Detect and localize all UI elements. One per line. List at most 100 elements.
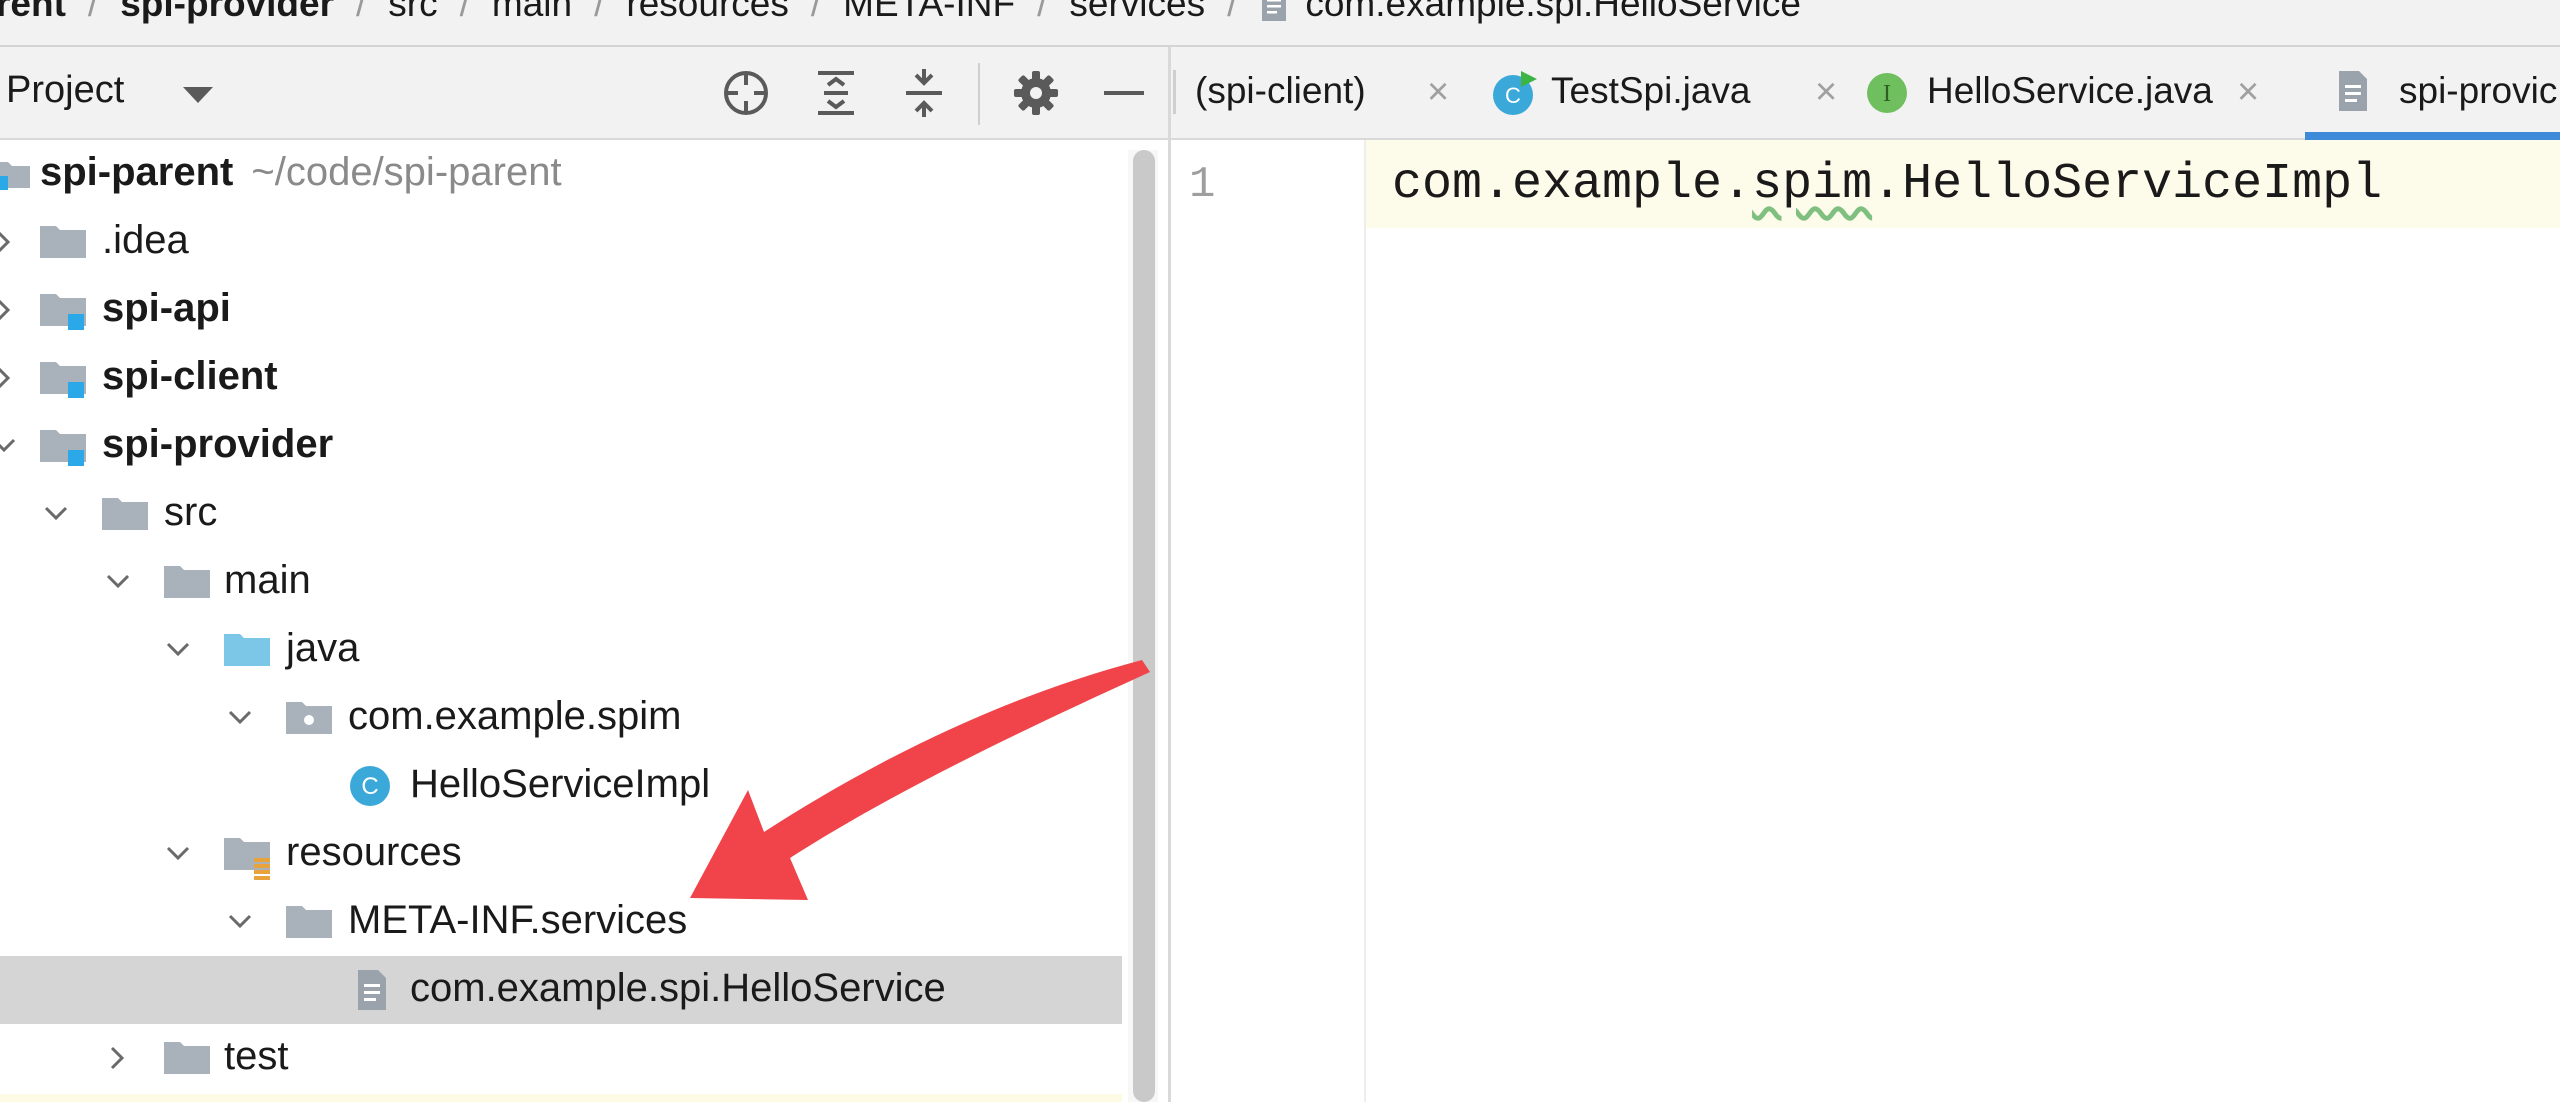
tree-label-idea: .idea — [102, 218, 189, 262]
tree-label-spi-client: spi-client — [102, 354, 278, 398]
text-file-icon — [1262, 0, 1287, 21]
breadcrumb-separator: / — [459, 0, 470, 24]
breadcrumb-file-label: com.example.spi.HelloService — [1305, 0, 1801, 24]
gear-icon[interactable] — [1010, 67, 1062, 119]
module-icon — [0, 162, 30, 190]
tree-row-spi-parent[interactable]: spi-parent ~/code/spi-parent — [0, 140, 1122, 208]
project-panel: Project spi-parent ~/code/spi-parent .id… — [0, 47, 1170, 1102]
project-view-selector[interactable]: Project — [6, 69, 124, 112]
tree-label-spi-provider: spi-provider — [102, 422, 334, 466]
close-icon[interactable]: × — [1427, 71, 1449, 114]
tree-row-spi-api[interactable]: spi-api — [0, 276, 1122, 344]
tree-label-resources: resources — [286, 830, 462, 874]
breadcrumb-item[interactable]: main — [492, 0, 572, 25]
folder-icon — [164, 1042, 210, 1074]
line-number: 1 — [1189, 160, 1216, 210]
chevron-down-icon[interactable] — [42, 500, 70, 528]
breadcrumb-separator: / — [810, 0, 822, 24]
class-icon: C — [350, 766, 390, 806]
chevron-right-icon[interactable] — [104, 1044, 132, 1072]
breadcrumb-separator: / — [87, 0, 99, 24]
chevron-down-icon[interactable] — [226, 704, 254, 732]
tree-row-meta-inf[interactable]: META-INF.services — [0, 888, 1122, 956]
module-icon — [40, 430, 86, 466]
tab-label: TestSpi.java — [1551, 70, 1751, 111]
tab-label: HelloService.java — [1927, 70, 2213, 111]
editor-tab-bar: (spi-client) × C TestSpi.java × I HelloS… — [1171, 47, 2560, 140]
chevron-down-icon[interactable] — [183, 87, 213, 103]
chevron-right-icon[interactable] — [0, 364, 18, 392]
tree-label-service-file: com.example.spi.HelloService — [410, 966, 946, 1010]
close-icon[interactable]: × — [1815, 71, 1837, 114]
breadcrumb-separator: / — [1227, 0, 1238, 24]
collapse-all-icon[interactable] — [898, 67, 950, 119]
tab-label: spi-provic — [2399, 70, 2558, 111]
svg-text:I: I — [1883, 81, 1891, 107]
chevron-down-icon[interactable] — [104, 568, 132, 596]
module-icon — [40, 362, 86, 398]
tree-row-src[interactable]: src — [0, 480, 1122, 548]
code-line[interactable]: com.example.spim.HelloServiceImpl — [1392, 156, 2382, 213]
breadcrumb-item[interactable]: src — [388, 0, 437, 25]
svg-text:C: C — [1505, 83, 1521, 108]
chevron-down-icon[interactable] — [164, 636, 192, 664]
chevron-down-icon[interactable] — [226, 908, 254, 936]
next-row-highlight — [0, 1094, 1122, 1102]
tree-label-src: src — [164, 490, 218, 534]
chevron-down-icon[interactable] — [164, 840, 192, 868]
header-divider — [978, 63, 980, 125]
tree-row-idea[interactable]: .idea — [0, 208, 1122, 276]
tab-scroll-edge — [1173, 70, 1176, 114]
breadcrumb-item-file[interactable]: com.example.spi.HelloService — [1259, 0, 1801, 25]
code-editor[interactable]: 1 com.example.spim.HelloServiceImpl — [1171, 140, 2560, 1102]
tab-label: (spi-client) — [1195, 70, 1366, 111]
tree-row-main[interactable]: main — [0, 548, 1122, 616]
chevron-down-icon[interactable] — [0, 432, 18, 460]
breadcrumb-separator: / — [356, 0, 367, 24]
tree-label-main: main — [224, 558, 311, 602]
module-icon — [40, 294, 86, 330]
tree-row-test[interactable]: test — [0, 1024, 1122, 1092]
active-tab-indicator — [2305, 132, 2560, 140]
interface-icon: I — [1867, 73, 1907, 113]
tree-row-resources[interactable]: resources — [0, 820, 1122, 888]
package-icon — [286, 702, 332, 734]
chevron-right-icon[interactable] — [0, 228, 18, 256]
close-icon[interactable]: × — [2237, 71, 2259, 114]
scrollbar-thumb[interactable] — [1133, 150, 1155, 1102]
expand-all-icon[interactable] — [810, 67, 862, 119]
folder-icon — [164, 566, 210, 598]
breadcrumb-separator: / — [1037, 0, 1048, 24]
locate-icon[interactable] — [720, 67, 772, 119]
chevron-right-icon[interactable] — [0, 296, 18, 324]
breadcrumb-item[interactable]: rent — [0, 0, 66, 25]
hide-icon[interactable] — [1098, 67, 1150, 119]
tree-label-test: test — [224, 1034, 289, 1078]
tree-row-spi-provider[interactable]: spi-provider — [0, 412, 1122, 480]
resources-folder-icon — [224, 838, 270, 880]
tree-label-java: java — [286, 626, 360, 670]
tree-row-package[interactable]: com.example.spim — [0, 684, 1122, 752]
project-path: ~/code/spi-parent — [251, 150, 562, 194]
breadcrumb: rent / spi-provider / src / main / resou… — [0, 0, 2560, 47]
source-folder-icon — [224, 634, 270, 666]
folder-icon — [40, 226, 86, 258]
breadcrumb-item[interactable]: META-INF — [843, 0, 1015, 25]
breadcrumb-item[interactable]: services — [1069, 0, 1205, 25]
tree-label-spi-api: spi-api — [102, 286, 231, 330]
typo-word: spim — [1752, 156, 1873, 213]
text-file-icon — [358, 970, 386, 1010]
breadcrumb-item[interactable]: resources — [626, 0, 788, 25]
tree-row-java[interactable]: java — [0, 616, 1122, 684]
breadcrumb-item[interactable]: spi-provider — [120, 0, 334, 25]
tree-label-package: com.example.spim — [348, 694, 682, 738]
tab-spi-provider-file[interactable]: spi-provic — [2305, 47, 2560, 140]
tree-row-spi-client[interactable]: spi-client — [0, 344, 1122, 412]
svg-text:C: C — [361, 773, 378, 800]
tab-helloservice[interactable]: I HelloService.java × — [1865, 47, 2295, 138]
tree-row-service-file[interactable]: com.example.spi.HelloService — [0, 956, 1122, 1024]
tab-testspi[interactable]: C TestSpi.java × — [1487, 47, 1877, 138]
tree-label-meta-inf: META-INF.services — [348, 898, 688, 942]
tab-spi-client[interactable]: (spi-client) × — [1195, 47, 1465, 138]
tree-row-helloserviceimpl[interactable]: C HelloServiceImpl — [0, 752, 1122, 820]
